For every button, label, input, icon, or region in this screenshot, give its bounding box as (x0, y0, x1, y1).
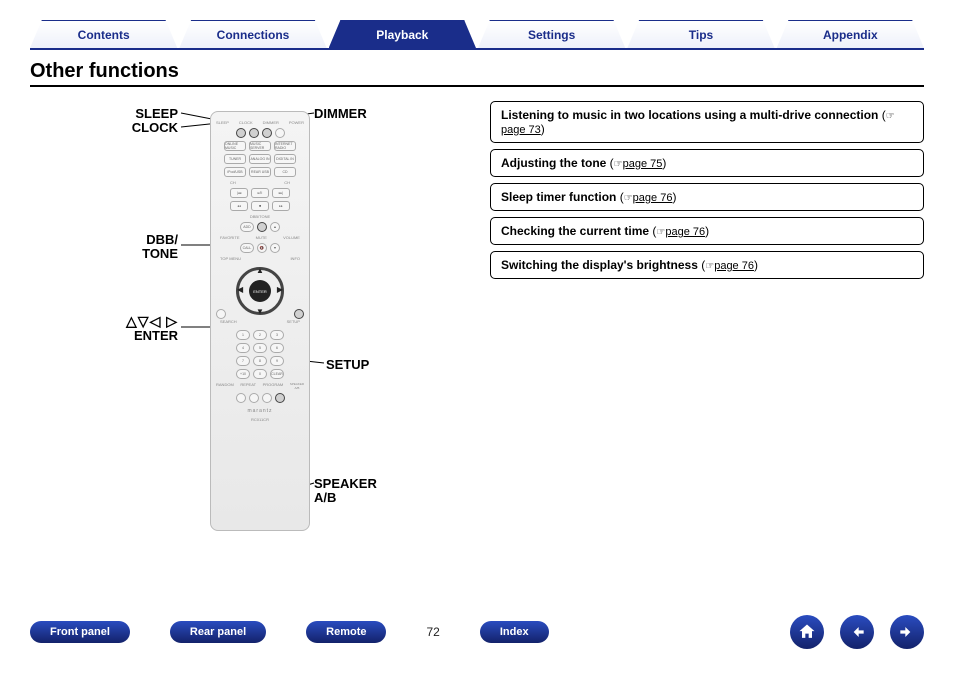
page-number: 72 (426, 625, 439, 639)
remote-btn-dimmer (262, 128, 272, 138)
topic-link-multidrive[interactable]: Listening to music in two locations usin… (490, 101, 924, 143)
topic-link-brightness[interactable]: Switching the display's brightness (☞pag… (490, 251, 924, 279)
remote-control-illustration: SLEEPCLOCKDIMMERPOWER ONLINE MUSICMUSIC … (210, 111, 310, 531)
remote-dpad: ▲ ▼ ◀ ▶ ENTER (236, 267, 284, 315)
tab-tips[interactable]: Tips (627, 20, 774, 48)
bottom-pill-index[interactable]: Index (480, 621, 549, 643)
topic-link-sleep[interactable]: Sleep timer function (☞page 76) (490, 183, 924, 211)
top-nav-tabs: Contents Connections Playback Settings T… (30, 20, 924, 50)
callout-dimmer: DIMMER (314, 107, 367, 121)
home-icon (797, 622, 817, 642)
nav-back-button[interactable] (840, 615, 874, 649)
remote-btn-sleep (236, 128, 246, 138)
remote-btn-dbb-tone (257, 222, 267, 232)
topic-link-time[interactable]: Checking the current time (☞page 76) (490, 217, 924, 245)
bottom-pill-rear-panel[interactable]: Rear panel (170, 621, 266, 643)
remote-btn-power (275, 128, 285, 138)
remote-model-label: RC011CR (217, 417, 303, 422)
bottom-pill-front-panel[interactable]: Front panel (30, 621, 130, 643)
callout-dpad-enter: △▽◁ ▷ ENTER (108, 314, 178, 344)
nav-forward-button[interactable] (890, 615, 924, 649)
page-title: Other functions (30, 60, 924, 87)
arrow-right-icon (897, 622, 917, 642)
callout-sleep-clock: SLEEP CLOCK (118, 107, 178, 136)
remote-callout-diagram: SLEEP CLOCK DBB/ TONE △▽◁ ▷ ENTER DIMMER… (30, 101, 460, 551)
remote-btn-enter: ENTER (249, 280, 271, 302)
tab-settings[interactable]: Settings (478, 20, 625, 48)
remote-brand-label: marantz (247, 408, 272, 414)
topic-link-list: Listening to music in two locations usin… (490, 101, 924, 551)
tab-connections[interactable]: Connections (179, 20, 326, 48)
bottom-pill-remote[interactable]: Remote (306, 621, 386, 643)
callout-dbb-tone: DBB/ TONE (130, 233, 178, 262)
callout-speaker-ab: SPEAKER A/B (314, 477, 377, 506)
nav-home-button[interactable] (790, 615, 824, 649)
topic-link-tone[interactable]: Adjusting the tone (☞page 75) (490, 149, 924, 177)
remote-btn-speaker-ab (275, 393, 285, 403)
bottom-nav: Front panel Rear panel Remote 72 Index (30, 615, 924, 649)
tab-appendix[interactable]: Appendix (777, 20, 924, 48)
tab-playback[interactable]: Playback (329, 20, 476, 48)
arrow-left-icon (847, 622, 867, 642)
callout-setup: SETUP (326, 358, 369, 372)
remote-btn-clock (249, 128, 259, 138)
tab-contents[interactable]: Contents (30, 20, 177, 48)
remote-btn-setup (294, 309, 304, 319)
